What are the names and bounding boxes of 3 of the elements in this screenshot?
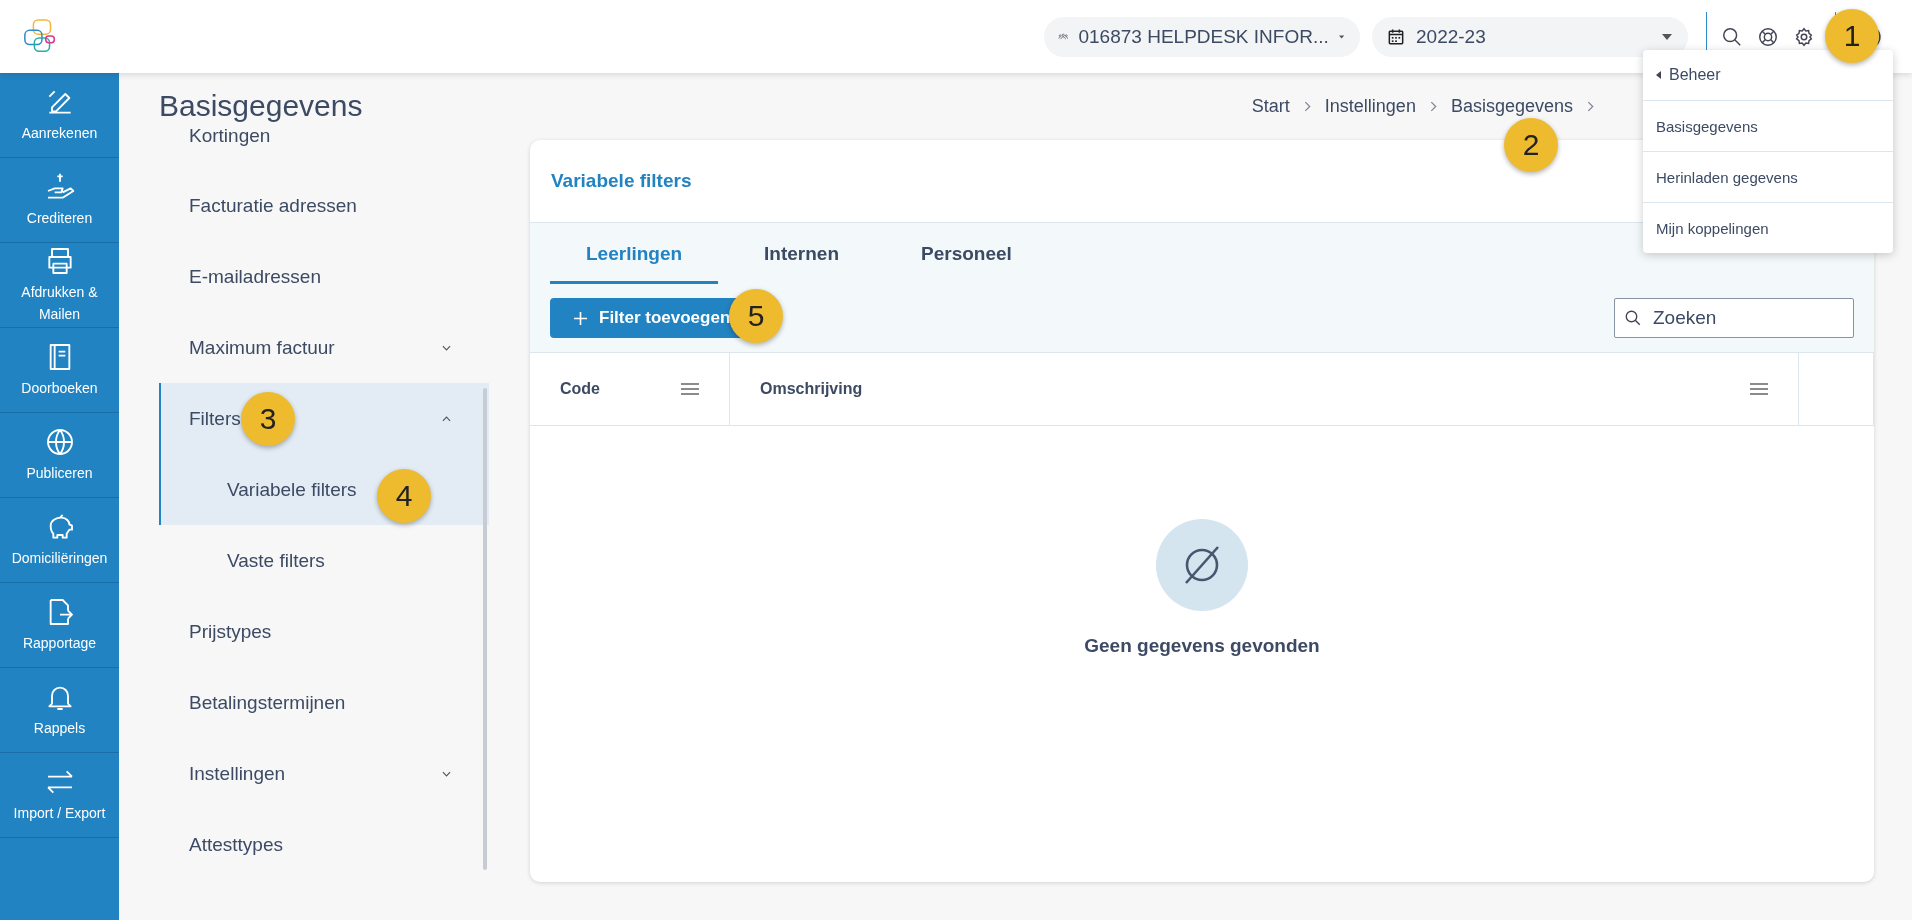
callout-tooltip: 2 [1504,118,1558,172]
empty-message: Geen gegevens gevonden [1084,635,1320,657]
page-title: Basisgegevens [159,89,364,124]
